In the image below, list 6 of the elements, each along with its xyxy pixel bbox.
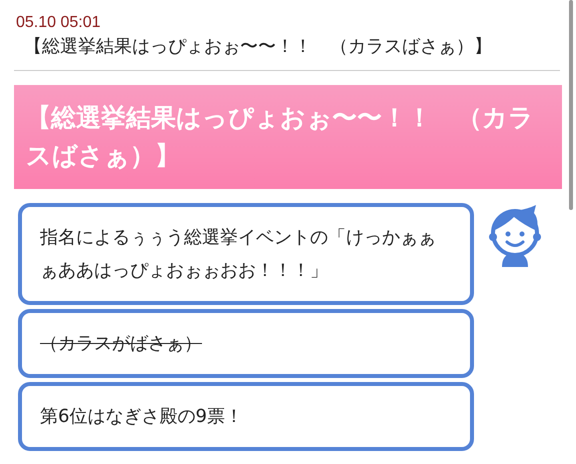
post-title: 【総選挙結果はっぴょおぉ〜〜！！ （カラスばさぁ）】 xyxy=(23,35,493,58)
title-banner: 【総選挙結果はっぴょおぉ〜〜！！ （カラスばさぁ）】 xyxy=(14,85,562,189)
speech-bubble: 指名によるぅぅう総選挙イベントの「けっかぁぁぁああはっぴょおぉぉおお！！！」 xyxy=(18,203,474,305)
speech-bubble: 第6位はなぎさ殿の9票！ xyxy=(18,382,474,451)
post-date: 05.10 05:01 xyxy=(15,14,102,32)
speech-bubble: （カラスがばさぁ） xyxy=(18,309,474,378)
